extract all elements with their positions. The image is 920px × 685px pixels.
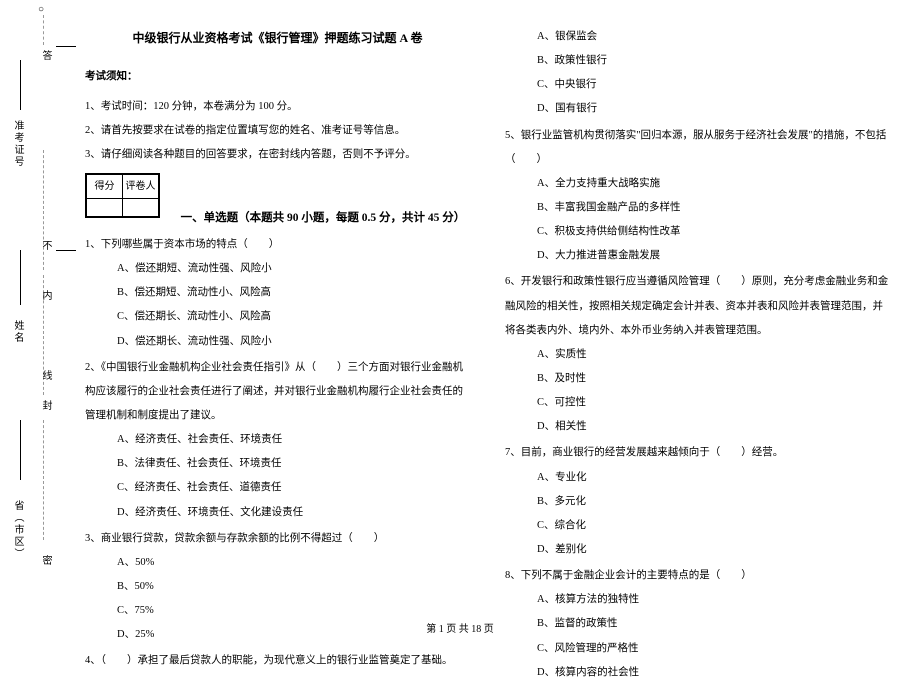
option: A、50% [117,551,470,575]
exam-title: 中级银行从业资格考试《银行管理》押题练习试题 A 卷 [85,25,470,53]
option: A、专业化 [537,466,890,490]
option: C、经济责任、社会责任、道德责任 [117,476,470,500]
score-cell [87,199,123,217]
option: C、积极支持供给侧结构性改革 [537,220,890,244]
option: C、中央银行 [537,73,890,97]
side-underline [20,250,21,305]
option: B、多元化 [537,490,890,514]
right-column: A、银保监会 B、政策性银行 C、中央银行 D、国有银行 5、银行业监管机构贯彻… [505,25,890,685]
seal-char: 内 [38,290,53,302]
seal-char: 封 [38,400,53,412]
option: D、大力推进普惠金融发展 [537,244,890,268]
notice-item: 1、考试时间：120 分钟，本卷满分为 100 分。 [85,95,470,119]
question-stem: 7、目前，商业银行的经营发展越来越倾向于（ ）经营。 [505,441,890,465]
notice-heading: 考试须知： [85,65,470,89]
option: B、丰富我国金融产品的多样性 [537,196,890,220]
option: B、法律责任、社会责任、环境责任 [117,452,470,476]
option: B、偿还期短、流动性小、风险高 [117,281,470,305]
dash-line [43,150,44,270]
option: C、可控性 [537,391,890,415]
option: A、核算方法的独特性 [537,588,890,612]
seal-char: 不 [38,240,53,252]
notice-item: 3、请仔细阅读各种题目的回答要求，在密封线内答题，否则不予评分。 [85,143,470,167]
option: B、政策性银行 [537,49,890,73]
side-admission-label: 准考证号 [10,120,25,168]
notice-item: 2、请首先按要求在试卷的指定位置填写您的姓名、准考证号等信息。 [85,119,470,143]
option: D、偿还期长、流动性强、风险小 [117,330,470,354]
side-province-label: 省（市区） [10,500,25,560]
section1-heading: 一、单选题（本题共 90 小题，每题 0.5 分，共计 45 分） [181,212,466,224]
option: C、风险管理的严格性 [537,637,890,661]
left-column: 中级银行从业资格考试《银行管理》押题练习试题 A 卷 考试须知： 1、考试时间：… [85,25,470,685]
score-table: 得分 评卷人 [85,173,160,218]
seal-char: 答 [38,50,53,62]
option: C、偿还期长、流动性小、风险高 [117,305,470,329]
option: B、及时性 [537,367,890,391]
option: A、全力支持重大战略实施 [537,172,890,196]
dash-line [43,420,44,540]
seal-char: 线 [38,370,53,382]
option: A、经济责任、社会责任、环境责任 [117,428,470,452]
binding-sidebar: 省（市区） ○ 姓名 准考证号 密 封 线 内 不 答 [0,0,55,650]
question-stem: 6、开发银行和政策性银行应当遵循风险管理（ ）原则，充分考虑金融业务和金融风险的… [505,270,890,342]
seal-char: 密 [38,555,53,567]
option: B、50% [117,575,470,599]
side-rule [56,250,76,251]
side-underline [20,420,21,480]
side-underline [20,60,21,110]
grader-cell [123,199,159,217]
option: A、偿还期短、流动性强、风险小 [117,257,470,281]
dash-line [43,15,44,45]
side-name-label: 姓名 [10,320,25,344]
score-label: 得分 [87,175,123,199]
question-stem: 1、下列哪些属于资本市场的特点（ ） [85,233,470,257]
option: D、经济责任、环境责任、文化建设责任 [117,501,470,525]
circle-mark: ○ [38,4,44,15]
option: A、实质性 [537,343,890,367]
option: D、差别化 [537,538,890,562]
grader-label: 评卷人 [123,175,159,199]
page-footer: 第 1 页 共 18 页 [0,620,920,635]
option: D、核算内容的社会性 [537,661,890,685]
option: D、国有银行 [537,97,890,121]
question-stem: 5、银行业监管机构贯彻落实"回归本源，服从服务于经济社会发展"的措施，不包括（ … [505,124,890,172]
question-stem: 4、（ ）承担了最后贷款人的职能，为现代意义上的银行业监管奠定了基础。 [85,649,470,673]
question-stem: 8、下列不属于金融企业会计的主要特点的是（ ） [505,564,890,588]
option: D、相关性 [537,415,890,439]
question-stem: 2、《中国银行业金融机构企业社会责任指引》从（ ）三个方面对银行业金融机构应该履… [85,356,470,428]
option: C、综合化 [537,514,890,538]
option: A、银保监会 [537,25,890,49]
question-stem: 3、商业银行贷款，贷款余额与存款余额的比例不得超过（ ） [85,527,470,551]
side-rule [56,46,76,47]
